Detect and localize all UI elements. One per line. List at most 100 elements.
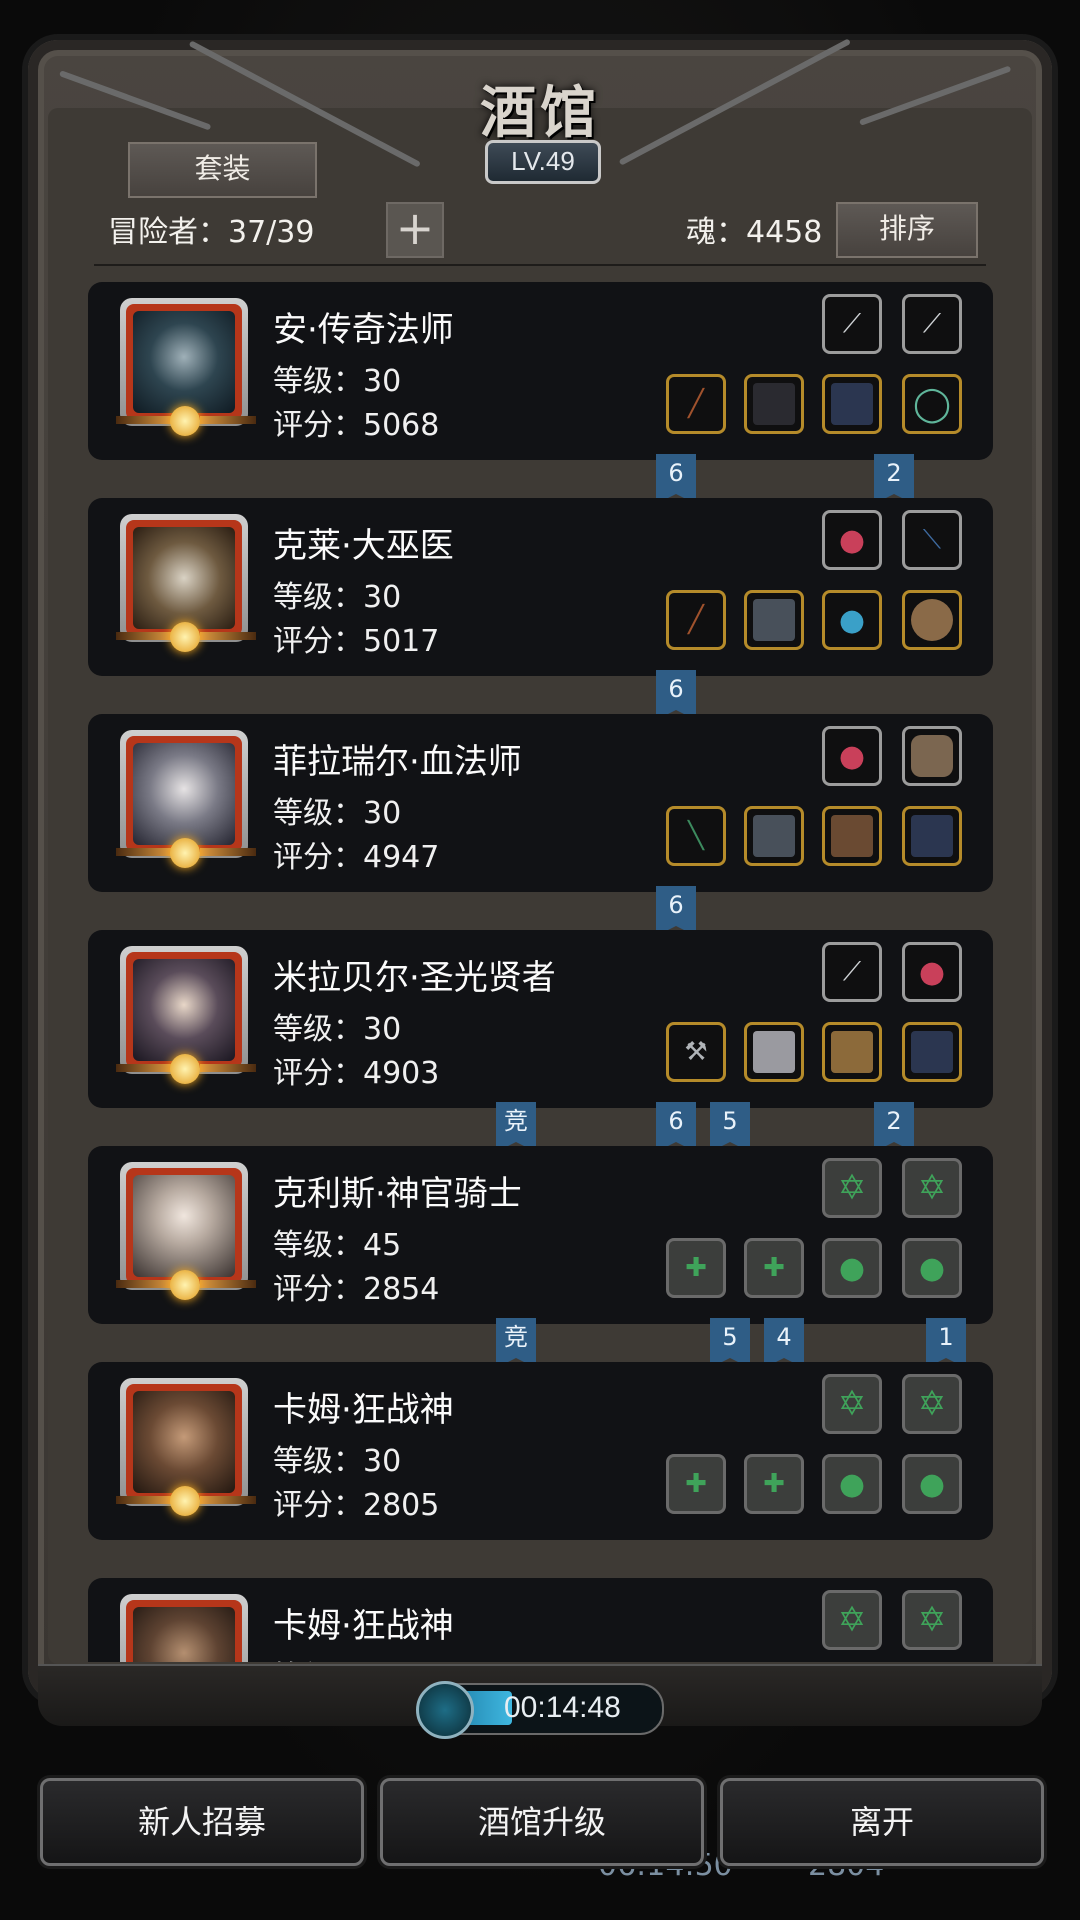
equip-slot-scroll[interactable] [822,1022,882,1082]
equip-slot-ring[interactable]: ◯ [902,374,962,434]
rank-medal-icon [170,1486,200,1516]
rank-medal-icon [170,406,200,436]
empty-equip-slot[interactable]: ● [822,1454,882,1514]
hero-portrait [120,1594,248,1662]
equip-slot-whip[interactable]: ⟍ [902,510,962,570]
skill-rank-ribbon: 6 [656,454,696,504]
ring-placeholder-icon: ● [918,1466,946,1502]
recruit-button[interactable]: 新人招募 [40,1778,364,1866]
equip-slot-staff[interactable]: ╱ [666,590,726,650]
skill-rank-ribbon: 5 [710,1318,750,1368]
hero-name: 卡姆·狂战神 [273,1390,454,1430]
equip-slot-armor[interactable] [744,1022,804,1082]
equip-slot-book[interactable] [822,806,882,866]
sort-button[interactable]: 排序 [836,202,978,258]
empty-equip-slot[interactable]: ✡ [902,1590,962,1650]
hexagram-icon: ✡ [917,1600,947,1640]
skill-rank-ribbon: 4 [764,1318,804,1368]
wing-decoration [116,1064,172,1072]
page-title: 酒馆 [480,80,600,146]
skill-rank-ribbon: 6 [656,670,696,720]
hero-card[interactable]: 米拉贝尔·圣光贤者 等级：30 评分：4903 ⟋ ● ⚒ [88,930,993,1108]
hero-name: 克利斯·神官骑士 [273,1174,522,1214]
equip-slot-amulet[interactable]: ● [822,590,882,650]
wing-decoration [200,1496,256,1504]
leave-button[interactable]: 离开 [720,1778,1044,1866]
equip-slot-boots[interactable] [902,806,962,866]
hero-score: 评分：2854 [273,1272,440,1307]
weapon-placeholder-icon: ✚ [685,1469,707,1499]
equip-slot-dagger[interactable]: ⟋ [822,942,882,1002]
equip-slot-dagger[interactable]: ⟋ [822,294,882,354]
tavern-upgrade-button[interactable]: 酒馆升级 [380,1778,704,1866]
set-button[interactable]: 套装 [128,142,317,198]
shield-icon [911,735,953,777]
hero-list[interactable]: 安·传奇法师 等级：30 评分：5068 ⟋ ⟋ ╱ ◯ 6 2 克莱·大巫医 … [88,282,996,1662]
wing-decoration [116,632,172,640]
hero-level: 等级：30 [273,1012,402,1047]
hero-card[interactable]: 克利斯·神官骑士 等级：45 评分：2854 ✡ ✡ ✚ ✚ ● ● [88,1146,993,1324]
pouch-icon: ● [838,738,866,774]
tavern-level-badge: LV.49 [485,140,601,184]
equip-slot-pouch[interactable]: ● [822,726,882,786]
hero-card[interactable]: 安·传奇法师 等级：30 评分：5068 ⟋ ⟋ ╱ ◯ [88,282,993,460]
equip-slot-shield[interactable] [902,726,962,786]
equip-slot-boots[interactable] [902,1022,962,1082]
arena-ribbon: 竞 [496,1102,536,1152]
boots-icon [911,815,953,857]
equip-slot-staff[interactable]: ╱ [666,374,726,434]
equip-slot-pouch[interactable]: ● [822,510,882,570]
hero-level: 等级：30 [273,796,402,831]
empty-equip-slot[interactable]: ● [902,1238,962,1298]
hero-score: 评分：5017 [273,624,440,659]
equip-slot-robe[interactable] [744,374,804,434]
hexagram-icon: ✡ [917,1168,947,1208]
empty-equip-slot[interactable]: ✡ [822,1158,882,1218]
whip-icon: ⟍ [922,524,942,555]
divider [94,264,986,266]
hero-name: 卡姆·狂战神 [273,1606,454,1646]
empty-equip-slot[interactable]: ● [902,1454,962,1514]
skill-rank-ribbon: 6 [656,1102,696,1152]
armor-placeholder-icon: ✚ [763,1469,785,1499]
add-adventurer-button[interactable]: + [386,202,444,258]
staff-icon: ╱ [688,389,704,419]
weapon-placeholder-icon: ✚ [685,1253,707,1283]
timer-text: 00:14:48 [504,1691,621,1724]
hexagram-icon: ✡ [837,1168,867,1208]
ring-placeholder-icon: ● [838,1466,866,1502]
equip-slot-dagger[interactable]: ⟋ [902,294,962,354]
equip-slot-armor[interactable] [744,806,804,866]
equip-slot-mask[interactable] [902,590,962,650]
empty-equip-slot[interactable]: ✡ [902,1158,962,1218]
empty-equip-slot[interactable]: ✚ [744,1238,804,1298]
rank-medal-icon [170,1054,200,1084]
equip-slot-boots[interactable] [822,374,882,434]
hero-card[interactable]: 卡姆·狂战神 等级：30 评分：2805 ✡ ✡ ✚ ✚ ● ● [88,1362,993,1540]
hero-name: 安·传奇法师 [273,310,454,350]
hero-card[interactable]: 克莱·大巫医 等级：30 评分：5017 ● ⟍ ╱ ● [88,498,993,676]
equip-slot-hammer[interactable]: ⚒ [666,1022,726,1082]
pouch-icon: ● [918,954,946,990]
dagger-icon: ⟋ [922,308,942,339]
hero-card[interactable]: 卡姆·狂战神 等级：30 ✡ ✡ [88,1578,993,1662]
equip-slot-pouch[interactable]: ● [902,942,962,1002]
armor-icon [753,1031,795,1073]
soul-count: 魂：4458 [686,215,823,250]
equip-slot-armor[interactable] [744,590,804,650]
empty-equip-slot[interactable]: ✡ [822,1374,882,1434]
rank-medal-icon [170,1270,200,1300]
hero-name: 克莱·大巫医 [273,526,454,566]
wing-decoration [116,1280,172,1288]
equip-slot-scepter[interactable]: ╲ [666,806,726,866]
empty-equip-slot[interactable]: ● [822,1238,882,1298]
empty-equip-slot[interactable]: ✚ [744,1454,804,1514]
wing-decoration [116,848,172,856]
hero-card[interactable]: 菲拉瑞尔·血法师 等级：30 评分：4947 ● ╲ [88,714,993,892]
ring-icon: ◯ [912,384,952,424]
empty-equip-slot[interactable]: ✡ [902,1374,962,1434]
skill-rank-ribbon: 2 [874,1102,914,1152]
empty-equip-slot[interactable]: ✡ [822,1590,882,1650]
empty-equip-slot[interactable]: ✚ [666,1238,726,1298]
empty-equip-slot[interactable]: ✚ [666,1454,726,1514]
